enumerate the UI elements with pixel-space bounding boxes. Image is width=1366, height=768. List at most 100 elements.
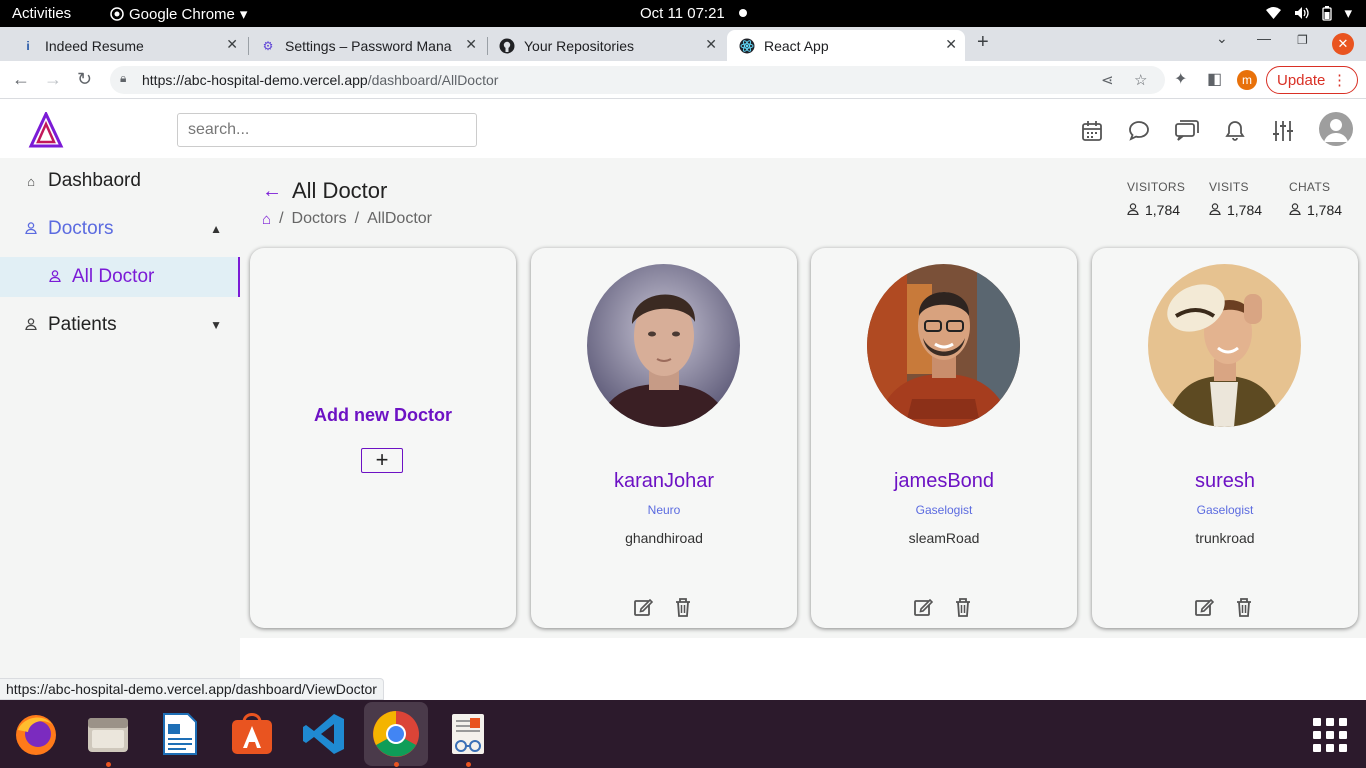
sidebar: ⌂ Dashbaord Doctors ▲ All Doctor Patient… xyxy=(0,158,240,698)
breadcrumb-separator: / xyxy=(354,210,360,227)
app-center-icon[interactable] xyxy=(228,710,276,758)
back-arrow-icon[interactable]: ← xyxy=(262,180,282,203)
forward-icon[interactable]: → xyxy=(44,69,62,90)
breadcrumb-alldoctor: AllDoctor xyxy=(367,210,432,227)
document-viewer-icon[interactable] xyxy=(444,710,492,758)
doctor-card[interactable]: karanJohar Neuro ghandhiroad xyxy=(531,248,797,628)
main-content: ← All Doctor ⌂ / Doctors / AllDoctor VIS… xyxy=(240,158,1366,638)
bookmark-star-icon[interactable]: ☆ xyxy=(1134,71,1147,89)
tab-github[interactable]: Your Repositories ✕ xyxy=(487,30,725,61)
app-menu[interactable]: Google Chrome ▾ xyxy=(110,5,247,23)
activities-button[interactable]: Activities xyxy=(12,5,71,22)
user-avatar-icon[interactable] xyxy=(1319,112,1353,146)
person-icon xyxy=(48,269,62,285)
doctor-specialty: Gaselogist xyxy=(1196,503,1254,517)
stat-visitors: VISITORS 1,784 xyxy=(1127,180,1185,218)
doctor-photo[interactable] xyxy=(1148,264,1301,427)
sidebar-item-doctors[interactable]: Doctors ▲ xyxy=(0,209,240,249)
breadcrumb: ⌂ / Doctors / AllDoctor xyxy=(262,210,432,228)
bell-icon[interactable] xyxy=(1223,119,1247,143)
files-icon[interactable] xyxy=(84,710,132,758)
add-doctor-title: Add new Doctor xyxy=(314,405,452,425)
os-top-bar: Activities Google Chrome ▾ Oct 11 07:21 … xyxy=(0,0,1366,27)
side-panel-icon[interactable]: ◧ xyxy=(1207,69,1222,89)
stat-chats: CHATS 1,784 xyxy=(1289,180,1342,218)
close-tab-icon[interactable]: ✕ xyxy=(226,36,238,53)
restore-icon[interactable]: ❐ xyxy=(1297,33,1308,47)
vscode-icon[interactable] xyxy=(300,710,348,758)
doctor-name[interactable]: suresh xyxy=(1092,470,1358,493)
tab-indeed[interactable]: i Indeed Resume ✕ xyxy=(8,30,246,61)
calendar-icon[interactable] xyxy=(1080,119,1104,143)
search-input[interactable] xyxy=(177,113,477,147)
chrome-dock-icon[interactable] xyxy=(364,702,428,766)
sidebar-item-label: All Doctor xyxy=(72,266,155,287)
link-status-bubble: https://abc-hospital-demo.vercel.app/das… xyxy=(0,678,384,700)
doctor-name[interactable]: jamesBond xyxy=(811,470,1077,493)
person-icon xyxy=(1127,202,1139,218)
add-doctor-button[interactable]: + xyxy=(361,448,403,473)
update-button[interactable]: Update ⋮ xyxy=(1266,66,1358,94)
sliders-icon[interactable] xyxy=(1271,119,1295,143)
back-icon[interactable]: ← xyxy=(12,69,30,90)
react-icon xyxy=(739,38,755,54)
trash-icon[interactable] xyxy=(1235,597,1253,617)
gear-icon: ⚙ xyxy=(262,38,274,53)
url-path: /dashboard/AllDoctor xyxy=(367,72,499,88)
person-icon xyxy=(24,317,38,333)
sidebar-item-label: Dashbaord xyxy=(48,170,141,191)
tab-strip: i Indeed Resume ✕ ⚙ Settings – Password … xyxy=(0,27,1366,61)
system-tray[interactable]: ▾ xyxy=(1265,4,1352,22)
home-icon: ⌂ xyxy=(27,173,35,189)
stat-label: CHATS xyxy=(1289,180,1331,194)
sidebar-item-dashboard[interactable]: ⌂ Dashbaord xyxy=(0,161,240,201)
home-icon[interactable]: ⌂ xyxy=(262,211,271,228)
tab-react-app[interactable]: React App ✕ xyxy=(727,30,965,61)
doctor-photo[interactable] xyxy=(867,264,1020,427)
trash-icon[interactable] xyxy=(954,597,972,617)
address-bar[interactable]: 🔒︎ https://abc-hospital-demo.vercel.app/… xyxy=(110,66,1165,94)
chat-bubble-icon[interactable] xyxy=(1127,119,1151,143)
writer-icon[interactable] xyxy=(156,710,204,758)
doctor-name[interactable]: karanJohar xyxy=(531,470,797,493)
window-close-button[interactable]: ✕ xyxy=(1332,33,1354,55)
tab-settings[interactable]: ⚙ Settings – Password Mana ✕ xyxy=(248,30,485,61)
doctor-card[interactable]: suresh Gaselogist trunkroad xyxy=(1092,248,1358,628)
add-doctor-card: Add new Doctor + xyxy=(250,248,516,628)
sidebar-item-all-doctor[interactable]: All Doctor xyxy=(0,257,240,297)
person-icon xyxy=(24,221,38,237)
stat-value: 1,784 xyxy=(1145,202,1181,218)
more-icon: ⋮ xyxy=(1332,72,1347,89)
close-tab-icon[interactable]: ✕ xyxy=(945,36,957,53)
battery-icon xyxy=(1322,5,1333,21)
clock[interactable]: Oct 11 07:21 xyxy=(640,5,725,22)
edit-icon[interactable] xyxy=(633,597,653,617)
messages-icon[interactable] xyxy=(1174,119,1200,143)
doctor-photo[interactable] xyxy=(587,264,740,427)
share-icon[interactable]: ⋖ xyxy=(1101,71,1114,89)
sidebar-item-patients[interactable]: Patients ▼ xyxy=(0,305,240,345)
profile-avatar[interactable]: m xyxy=(1237,70,1257,90)
edit-icon[interactable] xyxy=(1194,597,1214,617)
close-tab-icon[interactable]: ✕ xyxy=(465,36,477,53)
reload-icon[interactable]: ↻ xyxy=(77,69,92,90)
tab-search-icon[interactable]: ⌄ xyxy=(1216,30,1228,47)
app-logo-icon[interactable] xyxy=(28,112,64,150)
chrome-icon xyxy=(110,7,124,21)
show-apps-icon[interactable] xyxy=(1313,718,1347,752)
url-text: https://abc-hospital-demo.vercel.app/das… xyxy=(142,72,498,88)
stat-value: 1,784 xyxy=(1307,202,1343,218)
firefox-icon[interactable] xyxy=(12,710,60,758)
person-icon xyxy=(1289,202,1301,218)
minimize-icon[interactable]: — xyxy=(1257,30,1271,46)
close-tab-icon[interactable]: ✕ xyxy=(705,36,717,53)
edit-icon[interactable] xyxy=(913,597,933,617)
doctor-card[interactable]: jamesBond Gaselogist sleamRoad xyxy=(811,248,1077,628)
breadcrumb-doctors[interactable]: Doctors xyxy=(292,210,347,228)
app-menu-label: Google Chrome xyxy=(129,5,235,23)
indeed-icon: i xyxy=(26,38,30,53)
new-tab-button[interactable]: + xyxy=(977,31,989,54)
trash-icon[interactable] xyxy=(674,597,692,617)
running-indicator xyxy=(466,762,471,767)
extensions-icon[interactable]: ✦ xyxy=(1174,69,1187,89)
